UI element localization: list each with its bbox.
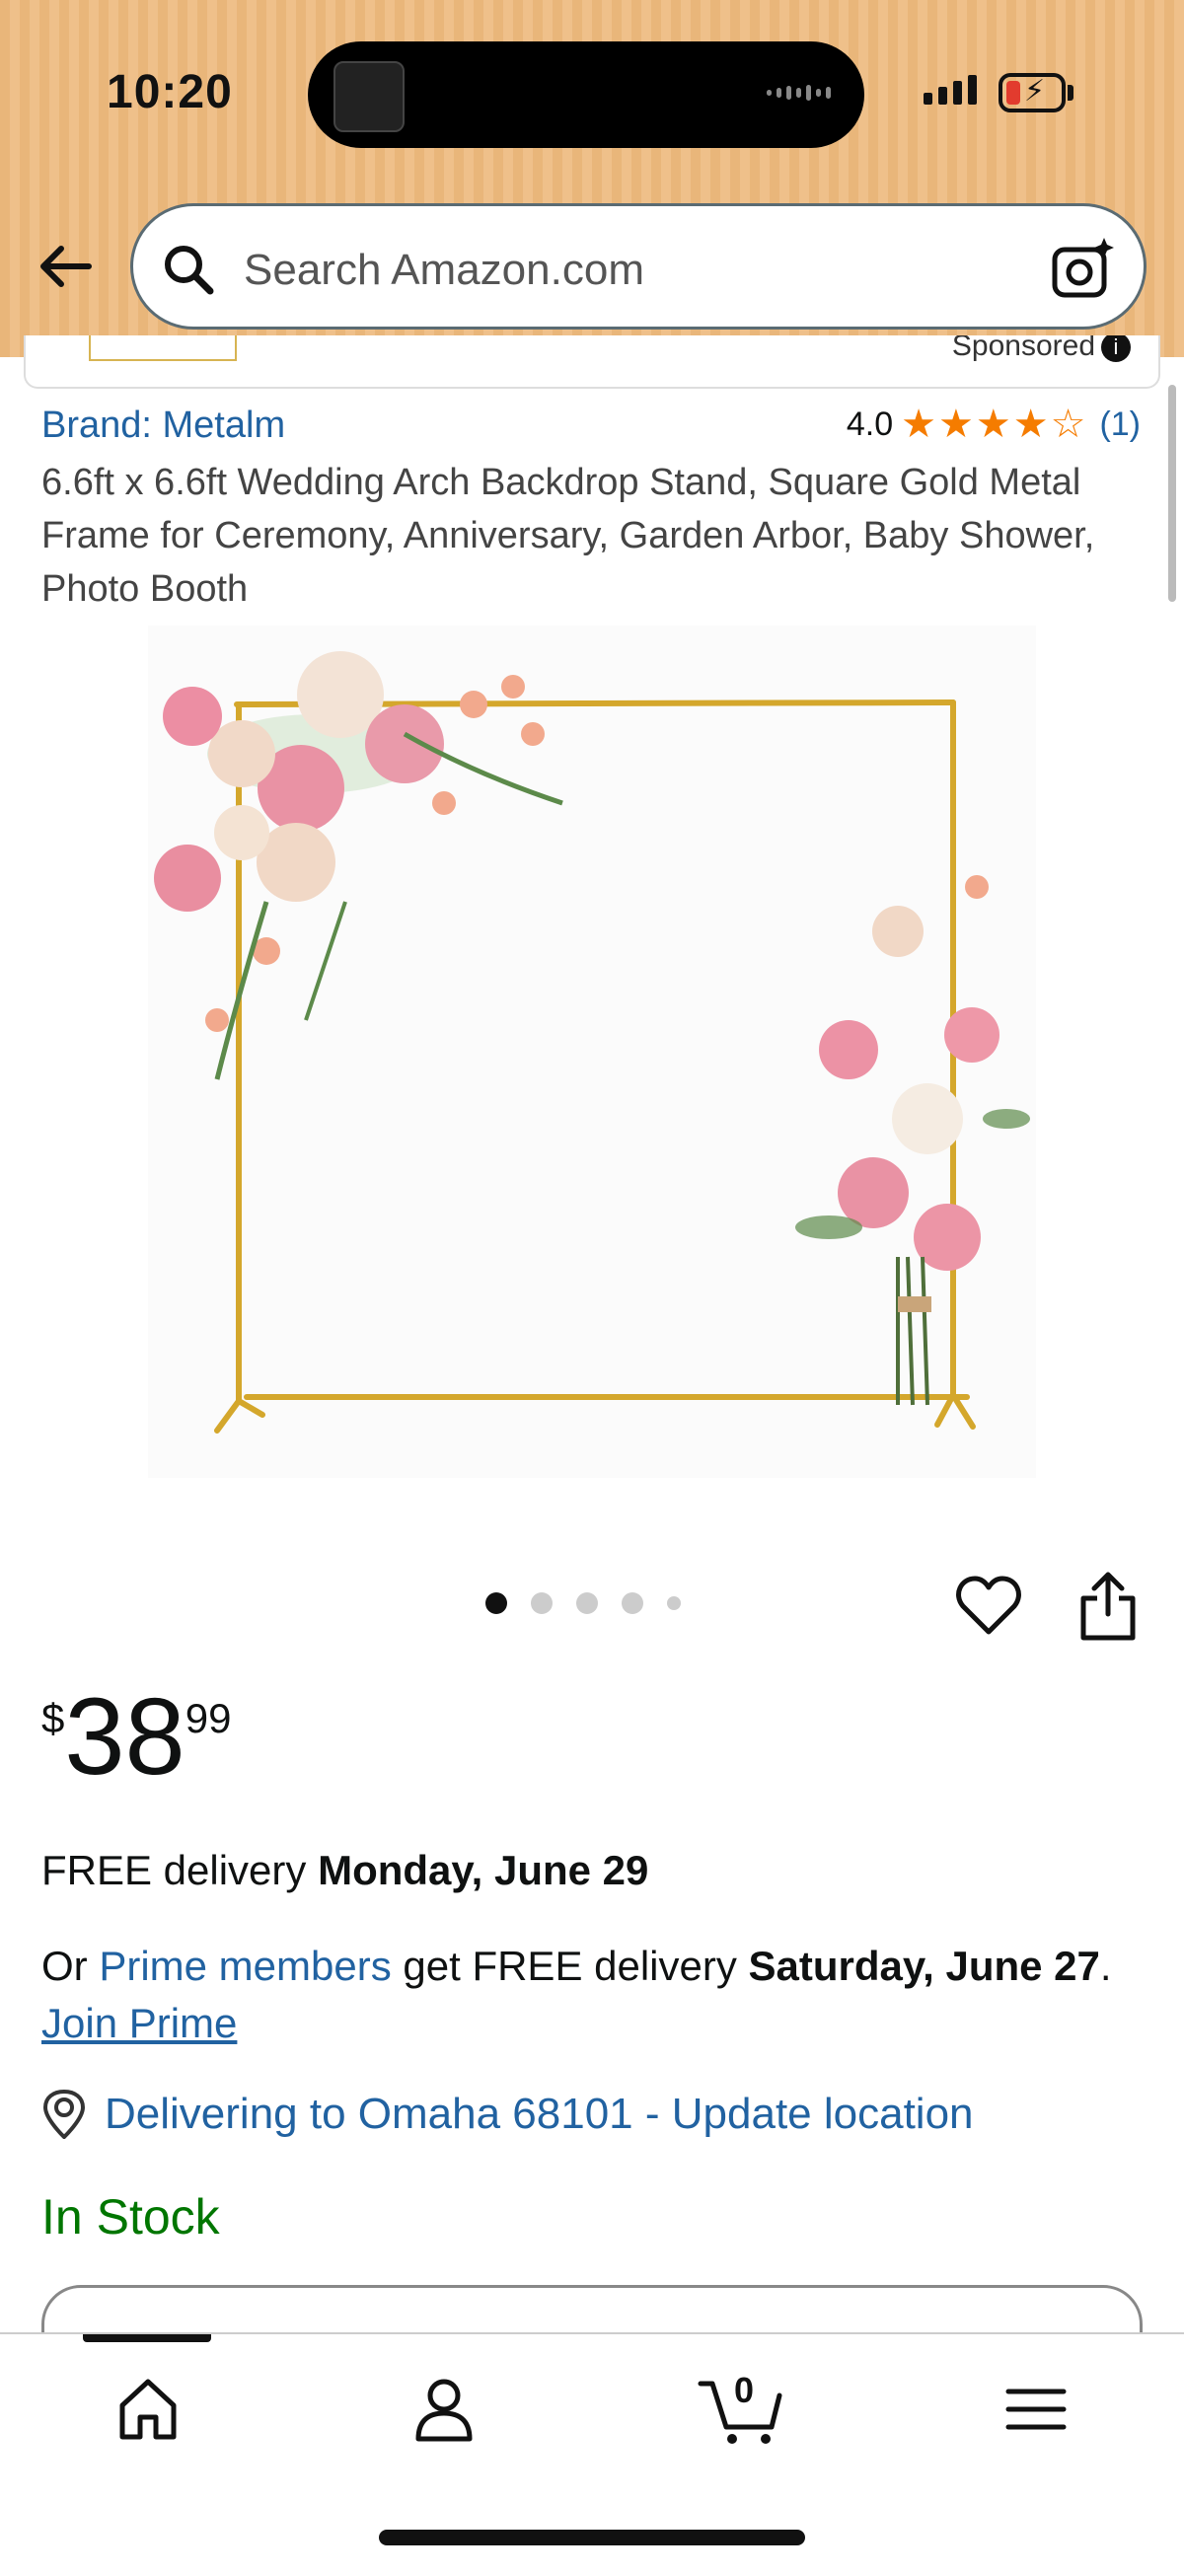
delivery-date: Monday, June 29 [318, 1847, 649, 1893]
now-playing-artwork [333, 61, 405, 132]
carousel-dot[interactable] [531, 1592, 553, 1614]
carousel-dot[interactable] [576, 1592, 598, 1614]
star-filled-icon: ★ [938, 403, 974, 446]
prime-members-link[interactable]: Prime members [99, 1943, 391, 1989]
prime-delivery-date: Saturday, June 27 [748, 1943, 1100, 1989]
carousel-dot[interactable] [667, 1596, 681, 1610]
battery-cap [1068, 85, 1073, 101]
rating-summary[interactable]: 4.0 ★ ★ ★ ★ ☆ (1) [847, 405, 1141, 444]
search-icon [165, 246, 214, 295]
battery-level [1006, 81, 1020, 105]
join-prime-link[interactable]: Join Prime [41, 2000, 237, 2046]
location-pin-icon [42, 2090, 86, 2139]
active-tab-indicator [83, 2334, 211, 2342]
info-icon: i [1101, 335, 1131, 363]
camera-search-icon[interactable] [1051, 236, 1116, 301]
star-filled-icon: ★ [1012, 403, 1049, 446]
battery-icon: ⚡ [999, 73, 1066, 112]
product-image[interactable] [148, 626, 1036, 1478]
account-icon[interactable] [405, 2370, 483, 2449]
delivery-location-link[interactable]: Delivering to Omaha 68101 - Update locat… [41, 2090, 974, 2139]
star-empty-icon: ☆ [1050, 403, 1086, 446]
cart-count: 0 [734, 2370, 755, 2410]
price-cents: 99 [185, 1695, 232, 1741]
home-indicator[interactable] [379, 2530, 805, 2545]
status-time: 10:20 [107, 66, 233, 118]
cart-button[interactable]: 0 [697, 2370, 787, 2449]
star-filled-icon: ★ [975, 403, 1011, 446]
back-arrow-icon[interactable] [34, 235, 97, 298]
menu-icon[interactable] [997, 2370, 1075, 2449]
product-price: $ 38 99 [41, 1683, 231, 1792]
cellular-signal-icon [924, 75, 977, 105]
app-header: 10:20 ⚡ Search Amazon.com [0, 0, 1184, 357]
free-delivery-info: FREE delivery Monday, June 29 [41, 1847, 649, 1893]
review-count-link[interactable]: (1) [1099, 405, 1141, 444]
share-icon[interactable] [1077, 1571, 1139, 1642]
sponsored-ad-card[interactable]: Sponsored i [24, 335, 1160, 389]
rating-value: 4.0 [846, 405, 894, 443]
search-bar[interactable]: Search Amazon.com [130, 203, 1147, 330]
star-filled-icon: ★ [901, 403, 936, 446]
product-title: 6.6ft x 6.6ft Wedding Arch Backdrop Stan… [41, 462, 1095, 610]
charging-bolt-icon: ⚡ [1024, 75, 1046, 108]
dynamic-island[interactable] [308, 41, 864, 148]
brand-link[interactable]: Brand: Metalm [41, 405, 285, 447]
price-currency: $ [41, 1695, 65, 1741]
star-rating: ★ ★ ★ ★ ☆ [901, 405, 1085, 444]
scrollbar[interactable] [1168, 385, 1176, 602]
audio-waveform-icon [767, 85, 831, 101]
wishlist-heart-icon[interactable] [955, 1575, 1022, 1638]
carousel-dot[interactable] [622, 1592, 643, 1614]
search-input[interactable]: Search Amazon.com [244, 246, 644, 295]
carousel-dot[interactable] [485, 1592, 507, 1614]
price-dollars: 38 [64, 1676, 185, 1798]
prime-delivery-info: Or Prime members get FREE delivery Satur… [41, 1943, 1112, 2046]
sponsored-thumbnail [89, 335, 237, 361]
image-carousel-dots[interactable] [485, 1592, 681, 1614]
sponsored-label[interactable]: Sponsored i [952, 335, 1131, 363]
stock-status: In Stock [41, 2189, 220, 2245]
home-icon[interactable] [109, 2370, 187, 2449]
